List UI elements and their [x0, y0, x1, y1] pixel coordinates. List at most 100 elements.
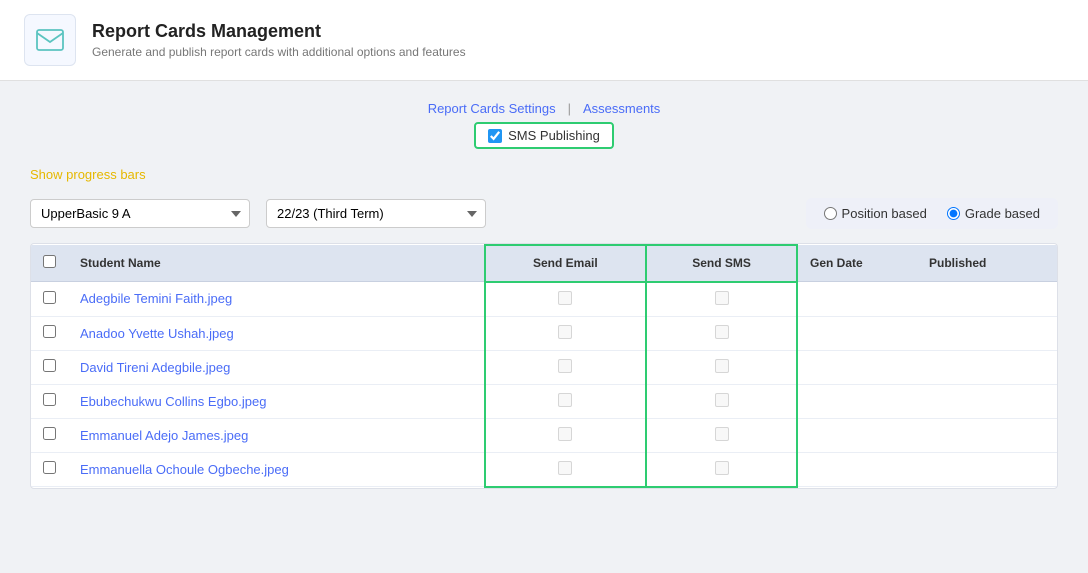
- class-select[interactable]: UpperBasic 9 A UpperBasic 9 B UpperBasic…: [30, 199, 250, 228]
- envelope-icon: [36, 26, 64, 54]
- row-checkbox[interactable]: [43, 291, 56, 304]
- gen-date-cell: [797, 350, 917, 384]
- table-row: Adegbile Temini Faith.jpeg: [31, 282, 1057, 317]
- radio-grade-based[interactable]: Grade based: [947, 206, 1040, 221]
- radio-group: Position based Grade based: [806, 198, 1058, 229]
- send-sms-cell: [646, 282, 797, 317]
- published-cell: [917, 418, 1057, 452]
- nav-tabs: Report Cards Settings | Assessments: [30, 101, 1058, 116]
- th-select-all: [31, 245, 68, 282]
- page-title: Report Cards Management: [92, 21, 466, 42]
- student-name-link[interactable]: Emmanuella Ochoule Ogbeche.jpeg: [80, 462, 289, 477]
- page-subtitle: Generate and publish report cards with a…: [92, 45, 466, 59]
- send-sms-checkbox[interactable]: [715, 393, 729, 407]
- row-checkbox-cell: [31, 452, 68, 487]
- th-gen-date: Gen Date: [797, 245, 917, 282]
- row-checkbox[interactable]: [43, 461, 56, 474]
- gen-date-cell: [797, 316, 917, 350]
- published-cell: [917, 350, 1057, 384]
- send-email-cell: [485, 350, 647, 384]
- send-email-checkbox[interactable]: [558, 393, 572, 407]
- student-name-cell: Adegbile Temini Faith.jpeg: [68, 282, 485, 317]
- student-name-cell: Emmanuella Ochoule Ogbeche.jpeg: [68, 452, 485, 487]
- send-email-cell: [485, 418, 647, 452]
- gen-date-cell: [797, 418, 917, 452]
- table-row: Anadoo Yvette Ushah.jpeg: [31, 316, 1057, 350]
- student-name-cell: Emmanuel Adejo James.jpeg: [68, 418, 485, 452]
- table-row: Ebubechukwu Collins Egbo.jpeg: [31, 384, 1057, 418]
- table-header: Student Name Send Email Send SMS Gen Dat…: [31, 245, 1057, 282]
- table-row: Emmanuella Ochoule Ogbeche.jpeg: [31, 452, 1057, 487]
- send-sms-cell: [646, 418, 797, 452]
- th-send-email: Send Email: [485, 245, 647, 282]
- row-checkbox[interactable]: [43, 325, 56, 338]
- sms-publishing-box: SMS Publishing: [474, 122, 614, 149]
- student-name-cell: David Tireni Adegbile.jpeg: [68, 350, 485, 384]
- nav-separator: |: [564, 101, 575, 116]
- student-name-link[interactable]: Ebubechukwu Collins Egbo.jpeg: [80, 394, 266, 409]
- show-progress-bars-link[interactable]: Show progress bars: [30, 167, 146, 182]
- gen-date-cell: [797, 282, 917, 317]
- send-sms-checkbox[interactable]: [715, 427, 729, 441]
- row-checkbox[interactable]: [43, 393, 56, 406]
- student-name-cell: Anadoo Yvette Ushah.jpeg: [68, 316, 485, 350]
- send-email-cell: [485, 384, 647, 418]
- radio-position-based[interactable]: Position based: [824, 206, 927, 221]
- term-select[interactable]: 22/23 (Third Term) 22/23 (Second Term) 2…: [266, 199, 486, 228]
- student-name-link[interactable]: David Tireni Adegbile.jpeg: [80, 360, 230, 375]
- send-sms-checkbox[interactable]: [715, 325, 729, 339]
- table-header-row: Student Name Send Email Send SMS Gen Dat…: [31, 245, 1057, 282]
- header-icon-box: [24, 14, 76, 66]
- send-email-checkbox[interactable]: [558, 359, 572, 373]
- students-table-wrapper: Student Name Send Email Send SMS Gen Dat…: [30, 243, 1058, 489]
- send-sms-cell: [646, 350, 797, 384]
- send-sms-checkbox[interactable]: [715, 291, 729, 305]
- student-name-link[interactable]: Emmanuel Adejo James.jpeg: [80, 428, 248, 443]
- row-checkbox[interactable]: [43, 359, 56, 372]
- send-email-checkbox[interactable]: [558, 427, 572, 441]
- select-all-checkbox[interactable]: [43, 255, 56, 268]
- page-header: Report Cards Management Generate and pub…: [0, 0, 1088, 81]
- th-published: Published: [917, 245, 1057, 282]
- radio-position-input[interactable]: [824, 207, 837, 220]
- send-email-cell: [485, 452, 647, 487]
- student-name-cell: Ebubechukwu Collins Egbo.jpeg: [68, 384, 485, 418]
- student-name-link[interactable]: Adegbile Temini Faith.jpeg: [80, 291, 232, 306]
- send-email-checkbox[interactable]: [558, 325, 572, 339]
- tab-report-cards-settings[interactable]: Report Cards Settings: [420, 101, 564, 116]
- table-row: David Tireni Adegbile.jpeg: [31, 350, 1057, 384]
- row-checkbox[interactable]: [43, 427, 56, 440]
- table-body: Adegbile Temini Faith.jpeg Anadoo Yvette …: [31, 282, 1057, 487]
- send-email-checkbox[interactable]: [558, 291, 572, 305]
- row-checkbox-cell: [31, 282, 68, 317]
- published-cell: [917, 384, 1057, 418]
- students-table: Student Name Send Email Send SMS Gen Dat…: [31, 244, 1057, 488]
- published-cell: [917, 316, 1057, 350]
- send-sms-checkbox[interactable]: [715, 359, 729, 373]
- sms-publishing-checkbox[interactable]: [488, 129, 502, 143]
- gen-date-cell: [797, 384, 917, 418]
- send-email-checkbox[interactable]: [558, 461, 572, 475]
- send-email-cell: [485, 316, 647, 350]
- radio-position-label: Position based: [842, 206, 927, 221]
- tab-assessments[interactable]: Assessments: [575, 101, 668, 116]
- sms-publishing-label: SMS Publishing: [508, 128, 600, 143]
- row-checkbox-cell: [31, 350, 68, 384]
- main-content: Report Cards Settings | Assessments SMS …: [0, 81, 1088, 509]
- send-sms-cell: [646, 316, 797, 350]
- published-cell: [917, 452, 1057, 487]
- send-sms-cell: [646, 452, 797, 487]
- sms-publishing-section: SMS Publishing: [30, 122, 1058, 149]
- header-text: Report Cards Management Generate and pub…: [92, 21, 466, 59]
- student-name-link[interactable]: Anadoo Yvette Ushah.jpeg: [80, 326, 234, 341]
- row-checkbox-cell: [31, 384, 68, 418]
- th-student-name: Student Name: [68, 245, 485, 282]
- row-checkbox-cell: [31, 418, 68, 452]
- th-send-sms: Send SMS: [646, 245, 797, 282]
- controls-row: UpperBasic 9 A UpperBasic 9 B UpperBasic…: [30, 198, 1058, 229]
- send-sms-cell: [646, 384, 797, 418]
- table-row: Emmanuel Adejo James.jpeg: [31, 418, 1057, 452]
- radio-grade-input[interactable]: [947, 207, 960, 220]
- send-sms-checkbox[interactable]: [715, 461, 729, 475]
- send-email-cell: [485, 282, 647, 317]
